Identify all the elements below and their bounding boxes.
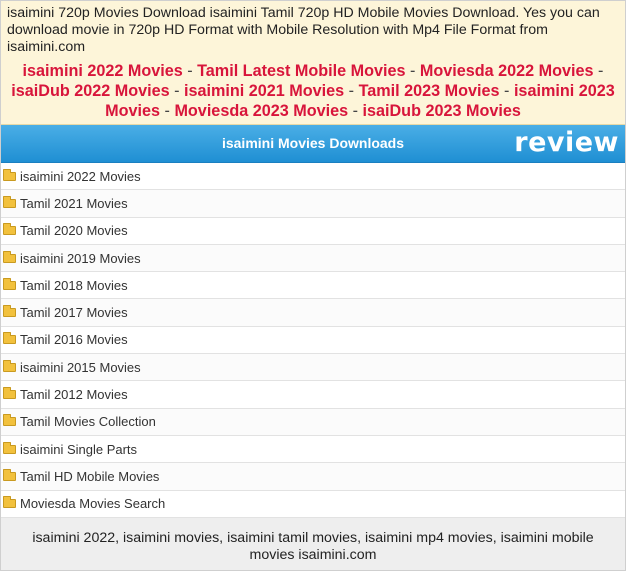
- link-separator: -: [405, 62, 420, 80]
- list-item[interactable]: isaimini 2019 Movies: [1, 244, 625, 273]
- folder-icon: [3, 441, 16, 454]
- folder-icon: [3, 359, 16, 372]
- folder-icon: [3, 468, 16, 481]
- list-item[interactable]: isaimini Single Parts: [1, 435, 625, 464]
- link-separator: -: [348, 102, 363, 120]
- link-isaimini-2021[interactable]: isaimini 2021 Movies: [184, 82, 344, 100]
- list-item-label: Tamil Movies Collection: [20, 414, 156, 430]
- link-separator: -: [344, 82, 359, 100]
- list-item[interactable]: Tamil 2016 Movies: [1, 326, 625, 355]
- movie-category-list: isaimini 2022 Movies Tamil 2021 Movies T…: [1, 163, 625, 518]
- section-title: isaimini Movies Downloads: [221, 135, 405, 151]
- list-item-label: Tamil 2018 Movies: [20, 277, 128, 293]
- link-separator: -: [169, 82, 185, 100]
- list-item[interactable]: Tamil 2012 Movies: [1, 381, 625, 409]
- folder-icon: [3, 223, 16, 236]
- list-item-label: isaimini 2019 Movies: [20, 250, 141, 266]
- link-separator: -: [499, 82, 514, 100]
- folder-icon: [3, 195, 16, 208]
- list-item-label: Tamil 2020 Movies: [20, 223, 128, 239]
- list-item-label: Tamil 2012 Movies: [20, 387, 128, 403]
- link-tamil-2023[interactable]: Tamil 2023 Movies: [359, 82, 500, 100]
- folder-icon: [3, 305, 16, 318]
- list-item-label: Tamil 2016 Movies: [20, 332, 128, 348]
- folder-icon: [3, 250, 16, 263]
- list-item-label: isaimini 2022 Movies: [20, 168, 141, 184]
- intro-text: isaimini 720p Movies Download isaimini T…: [7, 5, 600, 55]
- list-item[interactable]: isaimini 2022 Movies: [1, 163, 625, 191]
- list-item[interactable]: Tamil HD Mobile Movies: [1, 463, 625, 491]
- list-item-label: Tamil 2021 Movies: [20, 195, 128, 211]
- list-item[interactable]: Tamil 2017 Movies: [1, 299, 625, 327]
- folder-icon: [3, 168, 16, 181]
- folder-icon: [3, 414, 16, 427]
- list-item-label: Moviesda Movies Search: [20, 496, 166, 512]
- review-watermark: review: [514, 127, 619, 158]
- footer: isaimini 2022, isaimini movies, isaimini…: [1, 517, 625, 570]
- link-isaidub-2022[interactable]: isaiDub 2022 Movies: [11, 82, 169, 100]
- link-isaidub-2023[interactable]: isaiDub 2023 Movies: [362, 102, 520, 120]
- link-tamil-latest-mobile[interactable]: Tamil Latest Mobile Movies: [197, 62, 405, 80]
- list-item-label: Tamil 2017 Movies: [20, 305, 128, 321]
- quick-links: isaimini 2022 Movies - Tamil Latest Mobi…: [7, 61, 619, 121]
- list-item[interactable]: Tamil 2021 Movies: [1, 190, 625, 218]
- list-item[interactable]: Moviesda Movies Search: [1, 490, 625, 518]
- link-moviesda-2022[interactable]: Moviesda 2022 Movies: [420, 62, 594, 80]
- folder-icon: [3, 332, 16, 345]
- folder-icon: [3, 496, 16, 509]
- list-item[interactable]: Tamil Movies Collection: [1, 408, 625, 436]
- section-header: isaimini Movies Downloads review: [1, 125, 625, 163]
- list-item-label: Tamil HD Mobile Movies: [20, 468, 160, 484]
- link-moviesda-2023[interactable]: Moviesda 2023 Movies: [174, 102, 348, 120]
- list-item-label: isaimini 2015 Movies: [20, 359, 141, 375]
- list-item[interactable]: Tamil 2020 Movies: [1, 217, 625, 245]
- page-frame: isaimini 720p Movies Download isaimini T…: [0, 0, 626, 571]
- folder-icon: [3, 277, 16, 290]
- link-separator: -: [593, 62, 604, 80]
- link-separator: -: [160, 102, 175, 120]
- list-item[interactable]: Tamil 2018 Movies: [1, 272, 625, 300]
- footer-text: isaimini 2022, isaimini movies, isaimini…: [32, 529, 594, 563]
- link-separator: -: [182, 62, 198, 80]
- list-item[interactable]: isaimini 2015 Movies: [1, 354, 625, 382]
- list-item-label: isaimini Single Parts: [20, 441, 138, 457]
- link-isaimini-2022[interactable]: isaimini 2022 Movies: [23, 62, 183, 80]
- intro-panel: isaimini 720p Movies Download isaimini T…: [1, 1, 625, 125]
- folder-icon: [3, 387, 16, 400]
